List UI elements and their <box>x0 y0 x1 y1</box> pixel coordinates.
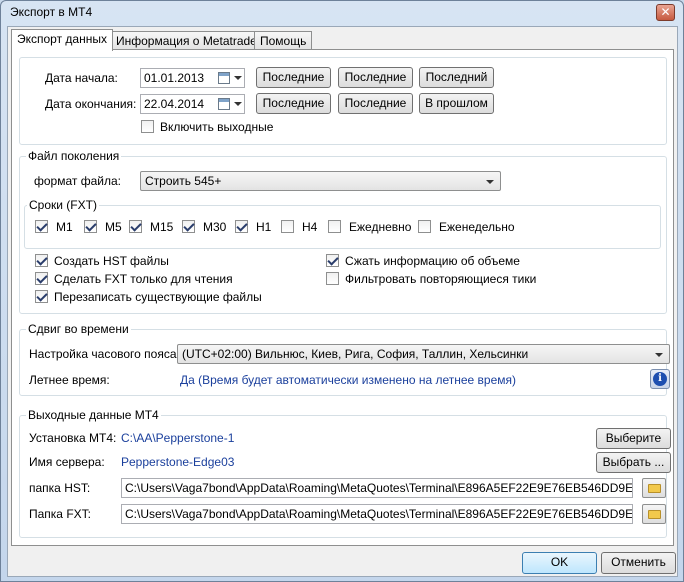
folder-icon <box>648 510 661 519</box>
export-dialog: Экспорт в МТ4 ✕ Экспорт данных Информаци… <box>0 0 684 582</box>
compress-volume-label[interactable]: Сжать информацию об объеме <box>345 254 520 268</box>
tab-help[interactable]: Помощь <box>254 31 313 50</box>
server-name-label: Имя сервера: <box>29 455 105 469</box>
overwrite-files-checkbox[interactable] <box>35 290 48 303</box>
choose-server-button[interactable]: Выбрать ... <box>596 452 671 473</box>
hst-folder-value: C:\Users\Vaga7bond\AppData\Roaming\MetaQ… <box>125 481 633 495</box>
info-icon: i <box>653 372 667 386</box>
end-date-picker[interactable]: 22.04.2014 <box>140 94 245 114</box>
cancel-button[interactable]: Отменить <box>601 552 676 574</box>
include-weekends-label[interactable]: Включить выходные <box>160 120 273 134</box>
hst-folder-label: папка HST: <box>29 481 91 495</box>
timeframe-daily-checkbox[interactable] <box>328 220 341 233</box>
fxt-readonly-label[interactable]: Сделать FXT только для чтения <box>54 272 233 286</box>
compress-volume-checkbox[interactable] <box>326 254 339 267</box>
fxt-folder-value: C:\Users\Vaga7bond\AppData\Roaming\MetaQ… <box>125 507 633 521</box>
file-format-label: формат файла: <box>34 174 121 188</box>
timeframe-m30-label[interactable]: M30 <box>203 220 226 234</box>
info-button[interactable]: i <box>650 369 670 389</box>
folder-icon <box>648 484 661 493</box>
calendar-icon <box>218 72 230 84</box>
start-last-button-1[interactable]: Последние <box>256 67 331 88</box>
timeframe-m15-checkbox[interactable] <box>129 220 142 233</box>
timezone-value: (UTC+02:00) Вильнюс, Киев, Рига, София, … <box>182 347 529 361</box>
dst-label: Летнее время: <box>29 373 110 387</box>
end-last-button-2[interactable]: Последние <box>338 93 413 114</box>
title-bar[interactable]: Экспорт в МТ4 ✕ <box>1 1 683 25</box>
timeframe-m5-checkbox[interactable] <box>84 220 97 233</box>
fxt-folder-input[interactable]: C:\Users\Vaga7bond\AppData\Roaming\MetaQ… <box>121 504 633 524</box>
mt4-output-title: Выходные данные МТ4 <box>26 408 161 422</box>
timeframes-title: Сроки (FXT) <box>27 198 99 212</box>
start-date-value: 01.01.2013 <box>144 71 205 85</box>
fxt-readonly-checkbox[interactable] <box>35 272 48 285</box>
overwrite-files-label[interactable]: Перезаписать существующие файлы <box>54 290 262 304</box>
end-last-button-1[interactable]: Последние <box>256 93 331 114</box>
hst-folder-input[interactable]: C:\Users\Vaga7bond\AppData\Roaming\MetaQ… <box>121 478 633 498</box>
timeframe-m1-checkbox[interactable] <box>35 220 48 233</box>
start-last-button-2[interactable]: Последние <box>338 67 413 88</box>
dates-group: Дата начала: 01.01.2013 Последние Послед… <box>19 57 667 145</box>
close-button[interactable]: ✕ <box>656 4 675 21</box>
in-past-button[interactable]: В прошлом <box>419 93 494 114</box>
chevron-down-icon <box>234 102 242 106</box>
dst-value: Да (Время будет автоматически изменено н… <box>180 373 517 387</box>
mt4-install-label: Установка МТ4: <box>29 431 117 445</box>
timeframe-m15-label[interactable]: M15 <box>150 220 173 234</box>
timeframe-daily-label[interactable]: Ежедневно <box>349 220 411 234</box>
timeframe-h1-checkbox[interactable] <box>235 220 248 233</box>
timeframe-weekly-label[interactable]: Еженедельно <box>439 220 515 234</box>
mt4-install-path: C:\AA\Pepperstone-1 <box>121 431 235 445</box>
mt4-output-group: Выходные данные МТ4 Установка МТ4: C:\AA… <box>19 408 671 538</box>
file-generation-group: Файл поколения формат файла: Строить 545… <box>19 149 667 314</box>
timezone-label: Настройка часового пояса: <box>29 347 180 361</box>
dialog-client: Экспорт данных Информация о Metatrader П… <box>7 26 678 577</box>
fxt-browse-button[interactable] <box>642 504 666 524</box>
timeframe-weekly-checkbox[interactable] <box>418 220 431 233</box>
time-shift-title: Сдвиг во времени <box>26 322 131 336</box>
file-format-value: Строить 545+ <box>145 174 222 188</box>
start-date-label: Дата начала: <box>45 71 118 85</box>
create-hst-label[interactable]: Создать HST файлы <box>54 254 169 268</box>
include-weekends-checkbox[interactable] <box>141 120 154 133</box>
chevron-down-icon <box>655 353 663 357</box>
file-format-select[interactable]: Строить 545+ <box>140 171 501 191</box>
create-hst-checkbox[interactable] <box>35 254 48 267</box>
filter-duplicate-ticks-label[interactable]: Фильтровать повторяющиеся тики <box>345 272 536 286</box>
tab-metatrader-info[interactable]: Информация о Metatrader <box>110 31 267 50</box>
export-data-panel: Дата начала: 01.01.2013 Последние Послед… <box>11 49 674 546</box>
start-date-picker[interactable]: 01.01.2013 <box>140 68 245 88</box>
timeframe-m30-checkbox[interactable] <box>182 220 195 233</box>
choose-install-button[interactable]: Выберите <box>596 428 671 449</box>
hst-browse-button[interactable] <box>642 478 666 498</box>
timeframe-h1-label[interactable]: H1 <box>256 220 271 234</box>
end-date-label: Дата окончания: <box>45 97 137 111</box>
ok-button[interactable]: OK <box>522 552 597 574</box>
timeframes-group: Сроки (FXT) M1 M5 M15 M30 H1 H4 Ежедневн… <box>24 198 661 249</box>
tab-export-data[interactable]: Экспорт данных <box>11 29 113 51</box>
calendar-icon <box>218 98 230 110</box>
timeframe-h4-checkbox[interactable] <box>281 220 294 233</box>
time-shift-group: Сдвиг во времени Настройка часового пояс… <box>19 322 670 396</box>
fxt-folder-label: Папка FXT: <box>29 507 91 521</box>
chevron-down-icon <box>486 180 494 184</box>
server-name-value: Pepperstone-Edge03 <box>121 455 235 469</box>
timeframe-m1-label[interactable]: M1 <box>56 220 73 234</box>
timeframe-h4-label[interactable]: H4 <box>302 220 317 234</box>
timezone-select[interactable]: (UTC+02:00) Вильнюс, Киев, Рига, София, … <box>177 344 670 364</box>
close-icon: ✕ <box>660 5 671 19</box>
filter-duplicate-ticks-checkbox[interactable] <box>326 272 339 285</box>
end-date-value: 22.04.2014 <box>144 97 205 111</box>
start-last-button-3[interactable]: Последний <box>419 67 494 88</box>
window-title: Экспорт в МТ4 <box>10 5 93 19</box>
timeframe-m5-label[interactable]: M5 <box>105 220 122 234</box>
file-generation-title: Файл поколения <box>26 149 122 163</box>
chevron-down-icon <box>234 76 242 80</box>
